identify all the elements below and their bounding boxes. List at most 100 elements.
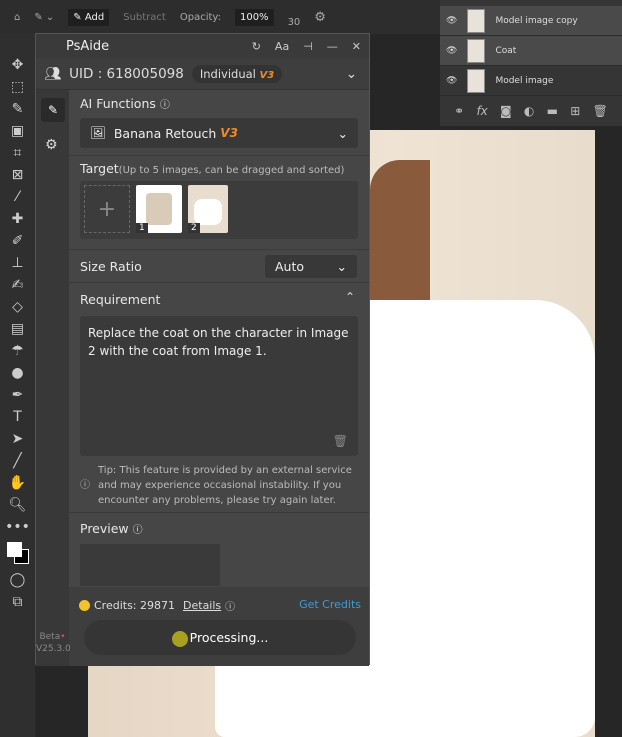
link-icon[interactable]: ⚭ [454, 104, 464, 118]
beta-label: Beta [39, 632, 61, 642]
target-hint: (Up to 5 images, can be dragged and sort… [118, 165, 345, 176]
gear-icon[interactable]: ⚙ [45, 137, 58, 153]
plan-name: Individual [199, 66, 256, 81]
preview-label: Preview [80, 521, 129, 536]
history-brush-icon[interactable]: ✍ [12, 276, 24, 295]
pin-icon[interactable]: ⊣ [303, 40, 313, 53]
processing-button[interactable]: Processing... [84, 620, 356, 655]
plan-badge: Individual V3 [191, 64, 283, 83]
function-version: V3 [220, 126, 238, 140]
chevron-up-icon[interactable]: ⌃ [345, 290, 355, 304]
chevron-down-icon[interactable]: ⌄ [346, 66, 357, 82]
panel-nav: ✎ ⚙ [36, 90, 69, 666]
stamp-tool-icon[interactable]: ⊥ [11, 254, 23, 273]
subtract-button[interactable]: Subtract [123, 12, 166, 23]
get-credits-link[interactable]: Get Credits [299, 598, 361, 611]
line-tool-icon[interactable]: ╱ [13, 452, 21, 471]
chevron-down-icon: ⌄ [337, 125, 348, 141]
path-select-icon[interactable]: ➤ [12, 430, 24, 449]
target-image-model[interactable]: 2 [188, 185, 228, 233]
zoom-tool-icon[interactable]: 🔍︎ [9, 496, 27, 515]
healing-icon[interactable]: ✚ [12, 210, 24, 229]
chevron-down-icon: ⌄ [336, 259, 347, 274]
target-images-area: + 1 2 [80, 181, 358, 239]
layer-thumbnail [467, 68, 486, 93]
account-row[interactable]: 👥︎ UID : 618005098 Individual V3 ⌄ [36, 58, 369, 90]
new-layer-icon[interactable]: ⊞ [570, 104, 580, 118]
opacity-input[interactable]: 100% [234, 8, 274, 26]
size-ratio-label: Size Ratio [80, 259, 142, 274]
add-button[interactable]: ✎ Add [68, 8, 110, 26]
layer-row[interactable]: 👁︎ Model image copy [440, 6, 622, 36]
refresh-icon[interactable]: ↻ [252, 40, 261, 53]
eye-icon[interactable]: 👁︎ [446, 46, 457, 56]
close-icon[interactable]: ✕ [352, 40, 361, 53]
info-icon[interactable]: ⓘ [133, 525, 143, 536]
layer-name: Model image [495, 75, 554, 86]
home-icon[interactable]: ⌂ [14, 12, 20, 23]
trash-icon[interactable]: 🗑︎ [333, 432, 348, 450]
info-icon[interactable]: ⓘ [225, 598, 235, 613]
fx-icon[interactable]: fx [476, 104, 487, 118]
eye-icon[interactable]: 👁︎ [446, 16, 457, 26]
panel-header: PsAide ↻ Aa ⊣ — ✕ [36, 34, 369, 58]
smudge-icon[interactable]: ☂ [11, 342, 24, 361]
eyedropper-icon[interactable]: ⁄ [16, 188, 18, 207]
minimize-icon[interactable]: — [327, 40, 338, 53]
function-dropdown[interactable]: 🖼︎ Banana Retouch V3 ⌄ [80, 118, 358, 148]
users-icon: 👥︎ [44, 65, 62, 82]
target-section: Target(Up to 5 images, can be dragged an… [69, 156, 369, 250]
credits-text: Credits: 29871 [94, 599, 176, 612]
eraser-icon[interactable]: ◇ [12, 298, 23, 317]
info-icon[interactable]: ⓘ [160, 100, 170, 111]
color-swatches[interactable] [5, 540, 31, 568]
function-name: Banana Retouch [113, 125, 217, 141]
opacity-label: Opacity: [179, 11, 221, 23]
layer-thumbnail [467, 38, 486, 63]
hand-tool-icon[interactable]: ✋ [9, 474, 26, 493]
selection-brush-icon[interactable]: ✎ [12, 100, 24, 119]
brush-tool-icon[interactable]: ✐ [12, 232, 24, 251]
image-icon: 🖼︎ [90, 125, 106, 140]
folder-icon[interactable]: ▬ [547, 104, 558, 118]
crop-tool-icon[interactable]: ⌗ [14, 144, 22, 163]
pen-icon[interactable]: ✎ [41, 98, 65, 122]
dodge-icon[interactable]: ● [11, 364, 23, 383]
mask-icon[interactable]: ◙ [500, 104, 512, 118]
move-tool-icon[interactable]: ✥ [12, 56, 24, 75]
trash-icon[interactable]: 🗑︎ [593, 104, 608, 118]
brush-select-icon[interactable]: ✎ ⌄ [34, 12, 54, 23]
type-tool-icon[interactable]: T [13, 408, 22, 427]
gear-icon[interactable]: ⚙ [314, 10, 326, 25]
add-image-button[interactable]: + [84, 185, 130, 233]
object-select-icon[interactable]: ▣ [11, 122, 24, 141]
target-image-coat[interactable]: 1 [136, 185, 182, 233]
add-label: Add [84, 11, 105, 23]
details-link[interactable]: Details [183, 599, 221, 612]
more-tools-icon[interactable]: ••• [5, 518, 30, 537]
size-ratio-dropdown[interactable]: Auto ⌄ [265, 255, 357, 278]
gradient-icon[interactable]: ▤ [11, 320, 24, 339]
font-size-button[interactable]: Aa [275, 40, 289, 53]
requirement-textarea[interactable]: Replace the coat on the character in Ima… [80, 316, 358, 456]
coin-icon [79, 600, 90, 611]
layer-thumbnail [467, 8, 486, 33]
frame-tool-icon[interactable]: ⊠ [12, 166, 24, 185]
tip-content: Tip: This feature is provided by an exte… [98, 465, 352, 506]
plan-version: V3 [259, 69, 275, 81]
layer-row[interactable]: 👁︎ Coat [440, 36, 622, 66]
layer-row[interactable]: 👁︎ Model image [440, 66, 622, 96]
pen-tool-icon[interactable]: ✒ [12, 386, 24, 405]
info-icon: ⓘ [80, 480, 90, 491]
requirement-label: Requirement [80, 292, 161, 307]
eye-icon[interactable]: 👁︎ [446, 76, 457, 86]
layers-panel: 👁︎ Model image copy 👁︎ Coat 👁︎ Model image … [440, 0, 622, 126]
brush-size[interactable]: 30 [288, 7, 301, 28]
screen-mode-icon[interactable]: ⧉ [13, 593, 23, 612]
adjustment-icon[interactable]: ◐ [524, 104, 534, 118]
tools-panel: ✥ ⬚ ✎ ▣ ⌗ ⊠ ⁄ ✚ ✐ ⊥ ✍ ◇ ▤ ☂ ● ✒ T ➤ ╱ ✋ … [0, 34, 35, 737]
marquee-tool-icon[interactable]: ⬚ [11, 78, 24, 97]
target-label: Target [80, 161, 119, 176]
quick-mask-icon[interactable]: ◯ [10, 571, 26, 590]
spinner-icon [171, 630, 188, 647]
